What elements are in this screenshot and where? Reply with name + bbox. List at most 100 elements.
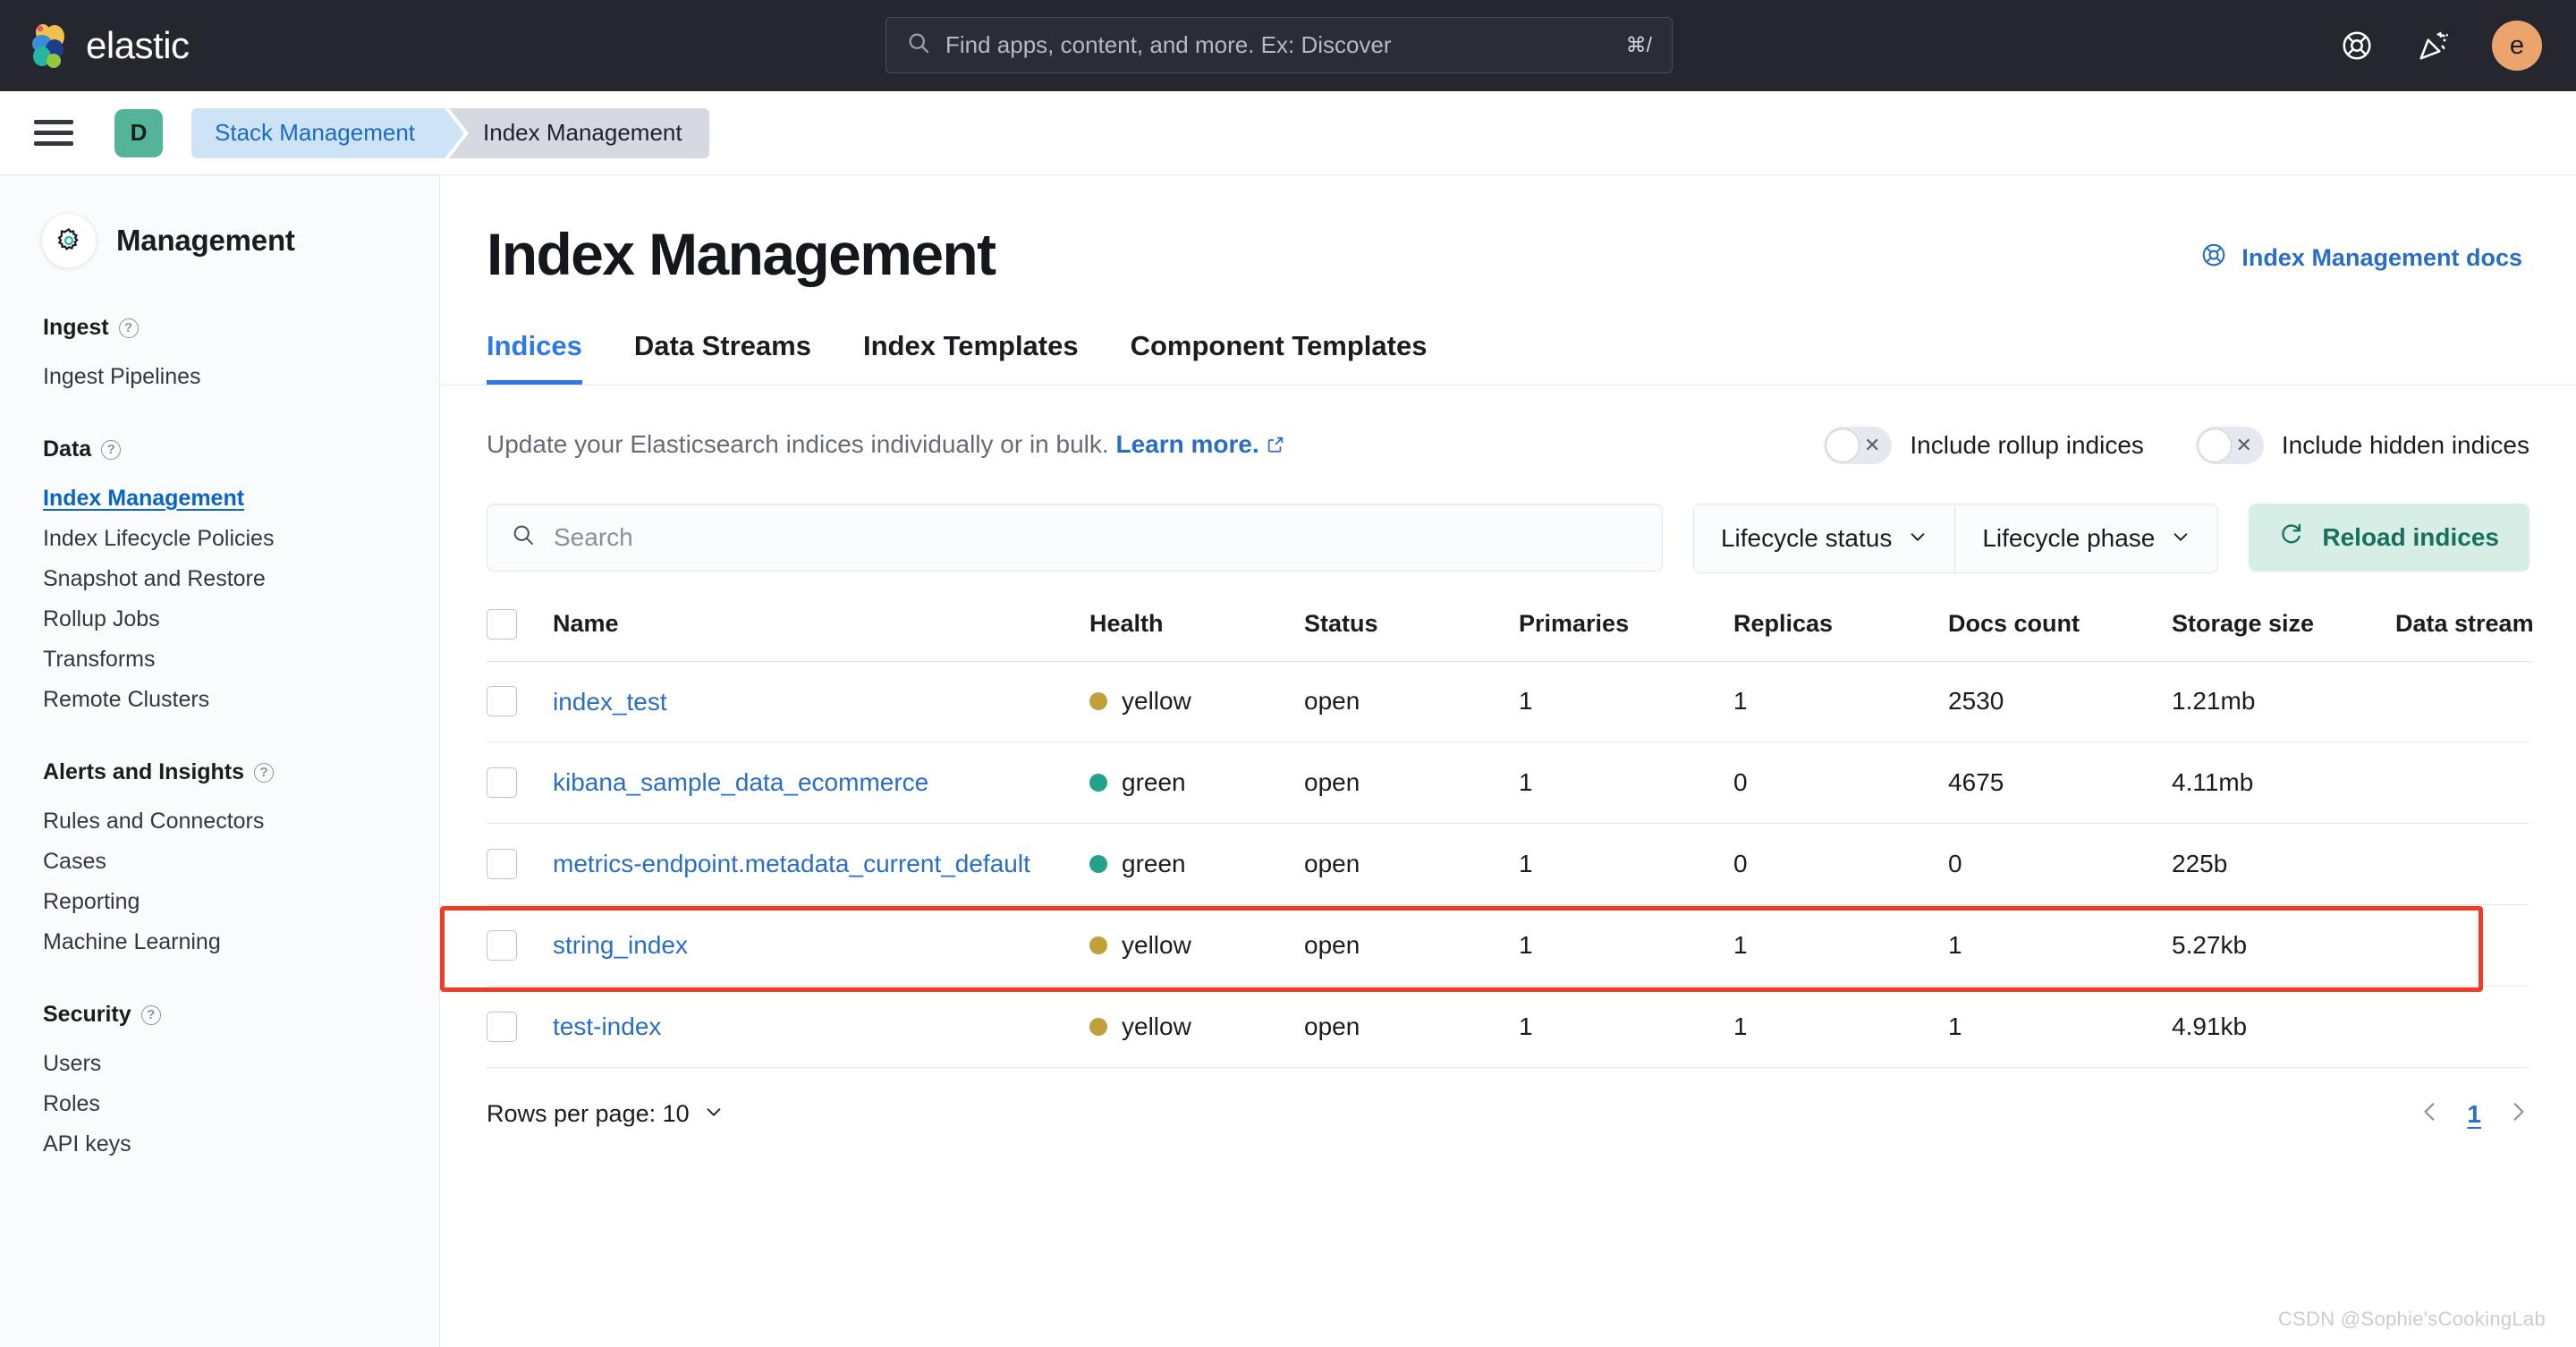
docs-link-label: Index Management docs — [2241, 244, 2522, 271]
question-circle-icon[interactable]: ? — [140, 1004, 161, 1025]
cell-storage-size: 4.91kb — [2172, 986, 2395, 1068]
sidebar-item-cases[interactable]: Cases — [0, 842, 439, 882]
column-header-data-stream[interactable]: Data stream — [2395, 608, 2534, 662]
breadcrumb: Stack Management Index Management — [191, 107, 709, 158]
sidebar-item-reporting[interactable]: Reporting — [0, 882, 439, 922]
column-header-storage-size[interactable]: Storage size — [2172, 608, 2395, 662]
learn-more-link[interactable]: Learn more. — [1115, 430, 1258, 458]
page-number-1[interactable]: 1 — [2467, 1100, 2481, 1129]
chevron-left-icon[interactable] — [2419, 1100, 2442, 1129]
lifecycle-status-filter[interactable]: Lifecycle status — [1694, 504, 1954, 572]
elastic-logo-icon — [27, 22, 73, 69]
sidebar-item-transforms[interactable]: Transforms — [0, 640, 439, 680]
table-pagination: Rows per page: 10 1 — [440, 1100, 2576, 1129]
health-status-dot — [1089, 936, 1107, 954]
tab-index-templates[interactable]: Index Templates — [863, 330, 1079, 385]
health-status-dot — [1089, 692, 1107, 711]
sidebar-item-index-management[interactable]: Index Management — [0, 479, 439, 519]
avatar[interactable]: e — [2492, 21, 2542, 71]
index-name-link[interactable]: metrics-endpoint.metadata_current_defaul… — [553, 847, 1046, 881]
lifecycle-phase-filter[interactable]: Lifecycle phase — [1954, 504, 2217, 572]
sidebar-group-title-alerts: Alerts and Insights ? — [0, 759, 439, 785]
tab-indices[interactable]: Indices — [487, 330, 582, 385]
help-lifebuoy-icon[interactable] — [2338, 27, 2376, 64]
cell-name: kibana_sample_data_ecommerce — [553, 741, 1089, 825]
row-select-cell — [487, 741, 553, 825]
reload-indices-button[interactable]: Reload indices — [2249, 503, 2529, 572]
rows-per-page-selector[interactable]: Rows per page: 10 — [487, 1100, 724, 1128]
sidebar-item-roles[interactable]: Roles — [0, 1084, 439, 1124]
party-popper-icon[interactable] — [2415, 27, 2453, 64]
hamburger-menu-icon[interactable] — [34, 114, 73, 152]
table-row[interactable]: metrics-endpoint.metadata_current_defaul… — [487, 823, 2529, 905]
column-header-health[interactable]: Health — [1089, 608, 1304, 662]
chevron-down-icon — [2171, 524, 2190, 553]
index-management-docs-link[interactable]: Index Management docs — [2200, 241, 2522, 275]
row-select-cell — [487, 661, 553, 743]
question-circle-icon[interactable]: ? — [254, 762, 275, 783]
main-content: Index Management Index Management docs I… — [440, 175, 2576, 1347]
index-filters-toggles: ✕ Include rollup indices ✕ Include hidde… — [1824, 426, 2529, 464]
table-row[interactable]: index_test yellow open 1 1 2530 1.21mb — [487, 661, 2529, 743]
row-checkbox[interactable] — [487, 686, 517, 717]
sidebar-item-api-keys[interactable]: API keys — [0, 1124, 439, 1165]
sidebar-item-ingest-pipelines[interactable]: Ingest Pipelines — [0, 357, 439, 397]
table-row[interactable]: string_index yellow open 1 1 1 5.27kb — [487, 904, 2529, 987]
table-row[interactable]: test-index yellow open 1 1 1 4.91kb — [487, 986, 2529, 1068]
elastic-brand[interactable]: elastic — [27, 22, 190, 69]
global-search-input[interactable]: Find apps, content, and more. Ex: Discov… — [886, 17, 1673, 73]
row-checkbox[interactable] — [487, 849, 517, 880]
search-icon — [906, 30, 931, 60]
cell-primaries: 1 — [1519, 986, 1733, 1068]
sidebar-item-rollup-jobs[interactable]: Rollup Jobs — [0, 599, 439, 640]
cell-docs-count: 1 — [1948, 904, 2172, 987]
table-body: index_test yellow open 1 1 2530 1.21mb k… — [487, 661, 2529, 1068]
include-hidden-indices-toggle[interactable]: ✕ Include hidden indices — [2195, 426, 2529, 464]
question-circle-icon[interactable]: ? — [118, 318, 139, 338]
toggle-label: Include rollup indices — [1910, 430, 2144, 459]
row-checkbox[interactable] — [487, 1011, 517, 1042]
sidebar-item-machine-learning[interactable]: Machine Learning — [0, 922, 439, 962]
tab-data-streams[interactable]: Data Streams — [634, 330, 811, 385]
index-name-link[interactable]: test-index — [553, 1010, 677, 1044]
tab-component-templates[interactable]: Component Templates — [1131, 330, 1428, 385]
row-select-cell — [487, 986, 553, 1068]
table-row[interactable]: kibana_sample_data_ecommerce green open … — [487, 741, 2529, 825]
cell-health: yellow — [1089, 904, 1304, 987]
chevron-right-icon[interactable] — [2506, 1100, 2529, 1129]
space-avatar[interactable]: D — [114, 108, 163, 157]
filter-label: Lifecycle status — [1720, 523, 1893, 552]
column-header-replicas[interactable]: Replicas — [1733, 608, 1948, 662]
row-checkbox[interactable] — [487, 767, 517, 799]
select-all-checkbox[interactable] — [487, 608, 517, 640]
sidebar-group-security: Security ? Users Roles API keys — [0, 1002, 439, 1165]
column-header-name[interactable]: Name — [553, 608, 1089, 662]
sidebar-item-remote-clusters[interactable]: Remote Clusters — [0, 680, 439, 720]
cell-health: yellow — [1089, 661, 1304, 743]
index-name-link[interactable]: kibana_sample_data_ecommerce — [553, 766, 945, 800]
page-description: Update your Elasticsearch indices indivi… — [487, 430, 1285, 461]
global-header: elastic Find apps, content, and more. Ex… — [0, 0, 2576, 91]
include-rollup-indices-toggle[interactable]: ✕ Include rollup indices — [1824, 426, 2144, 464]
index-name-link[interactable]: string_index — [553, 928, 704, 962]
management-sidebar: Management Ingest ? Ingest Pipelines Dat… — [0, 175, 440, 1347]
sidebar-item-rules-and-connectors[interactable]: Rules and Connectors — [0, 801, 439, 842]
sidebar-item-users[interactable]: Users — [0, 1044, 439, 1084]
cell-replicas: 1 — [1733, 904, 1948, 987]
cell-primaries: 1 — [1519, 904, 1733, 987]
sidebar-item-snapshot-and-restore[interactable]: Snapshot and Restore — [0, 559, 439, 599]
question-circle-icon[interactable]: ? — [101, 439, 122, 460]
toggle-switch[interactable]: ✕ — [1824, 426, 1893, 464]
search-input[interactable]: Search — [487, 503, 1663, 572]
row-select-cell — [487, 823, 553, 905]
filter-group: Lifecycle status Lifecycle phase — [1692, 503, 2219, 573]
sidebar-group-title-data: Data ? — [0, 436, 439, 462]
column-header-docs-count[interactable]: Docs count — [1948, 608, 2172, 662]
column-header-status[interactable]: Status — [1304, 608, 1519, 662]
sidebar-item-index-lifecycle-policies[interactable]: Index Lifecycle Policies — [0, 519, 439, 559]
toggle-switch[interactable]: ✕ — [2195, 426, 2264, 464]
index-name-link[interactable]: index_test — [553, 685, 683, 719]
column-header-primaries[interactable]: Primaries — [1519, 608, 1733, 662]
breadcrumb-item-stack-management[interactable]: Stack Management — [191, 107, 465, 158]
row-checkbox[interactable] — [487, 929, 517, 961]
